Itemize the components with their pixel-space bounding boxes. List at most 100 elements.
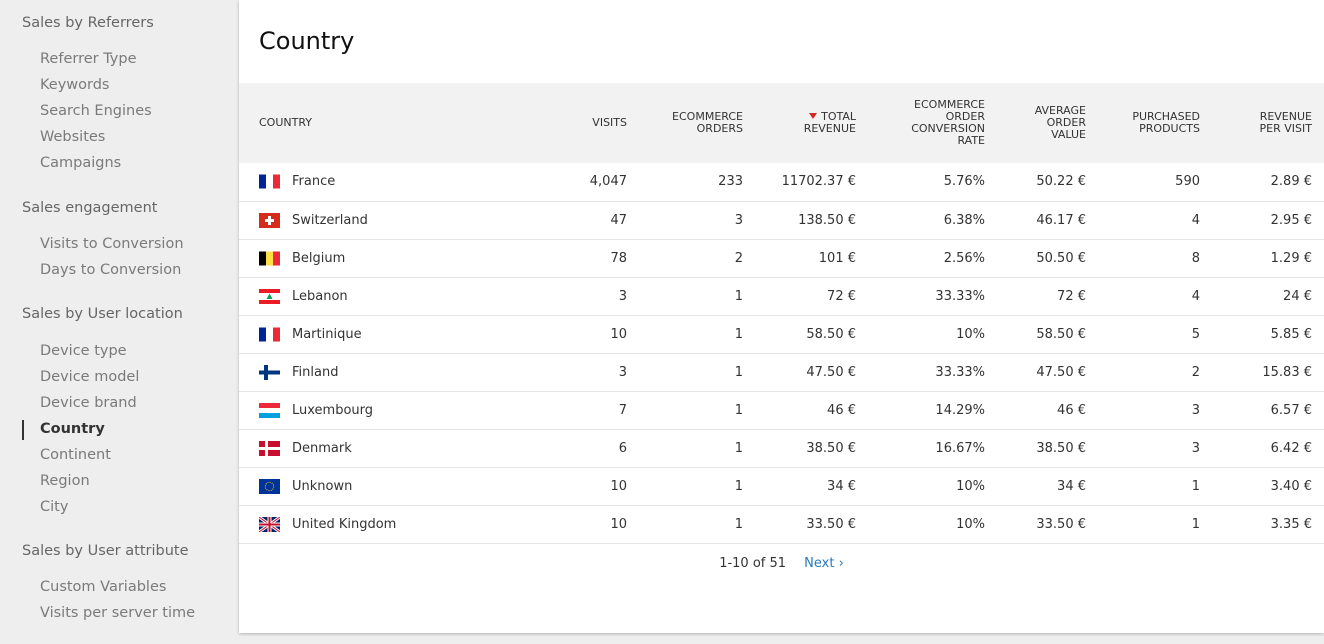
table-row[interactable]: Denmark 6 1 38.50 € 16.67% 38.50 € 3 6.42 €	[239, 429, 1324, 467]
cell-aov: 46 €	[1057, 402, 1086, 418]
sidebar-item-visits-to-conversion[interactable]: Visits to Conversion	[40, 236, 184, 252]
cell-rpv: 6.57 €	[1270, 402, 1312, 418]
country-label[interactable]: Switzerland	[292, 213, 368, 228]
sort-desc-icon	[809, 113, 818, 119]
table-row[interactable]: Luxembourg 7 1 46 € 14.29% 46 € 3 6.57 €	[239, 391, 1324, 429]
sidebar-item-visits-per-server-time[interactable]: Visits per server time	[40, 605, 195, 621]
column-header-purchased-products[interactable]: PURCHASED PRODUCTS	[1098, 83, 1212, 163]
cell-products: 1	[1191, 478, 1200, 494]
cell-conversion: 6.38%	[943, 212, 985, 228]
column-header-revenue-per-visit[interactable]: REVENUE PER VISIT	[1212, 83, 1324, 163]
cell-orders: 1	[734, 326, 743, 342]
column-header-visits[interactable]: VISITS	[549, 83, 639, 163]
cell-visits: 6	[618, 440, 627, 456]
cell-products: 4	[1191, 288, 1200, 304]
cell-orders: 2	[734, 250, 743, 266]
cell-visits: 4,047	[589, 174, 627, 190]
active-indicator	[22, 420, 24, 440]
cell-country: Finland	[239, 353, 549, 391]
next-page-link[interactable]: Next ›	[804, 556, 844, 571]
sidebar-item-custom-variables[interactable]: Custom Variables	[40, 579, 166, 595]
ch-flag-icon	[259, 212, 280, 228]
cell-conversion: 33.33%	[935, 364, 985, 380]
country-label[interactable]: Luxembourg	[292, 403, 373, 418]
cell-aov: 38.50 €	[1036, 440, 1086, 456]
sidebar-item-country[interactable]: Country	[40, 421, 105, 437]
cell-visits: 3	[618, 288, 627, 304]
sidebar-item-device-type[interactable]: Device type	[40, 343, 127, 359]
report-card: Country COUNTRY VISITS ECOMMERCE ORDERS T…	[239, 0, 1324, 633]
cell-conversion: 10%	[956, 326, 985, 342]
cell-rpv: 3.40 €	[1270, 478, 1312, 494]
cell-rpv: 5.85 €	[1270, 326, 1312, 342]
cell-country: Martinique	[239, 315, 549, 353]
cell-visits: 3	[618, 364, 627, 380]
sidebar-item-campaigns[interactable]: Campaigns	[40, 155, 121, 171]
sidebar-item-websites[interactable]: Websites	[40, 129, 105, 145]
gb-flag-icon	[259, 516, 280, 532]
sidebar-item-city[interactable]: City	[40, 499, 68, 515]
report-table: COUNTRY VISITS ECOMMERCE ORDERS TOTAL REVE…	[239, 83, 1324, 544]
country-label[interactable]: France	[292, 174, 335, 189]
sidebar-item-keywords[interactable]: Keywords	[40, 77, 109, 93]
cell-revenue: 34 €	[827, 478, 856, 494]
cell-orders: 1	[734, 288, 743, 304]
table-row[interactable]: Belgium 78 2 101 € 2.56% 50.50 € 8 1.29 €	[239, 239, 1324, 277]
pagination-range: 1-10 of 51	[719, 556, 787, 571]
country-label[interactable]: Unknown	[292, 479, 352, 494]
cell-rpv: 15.83 €	[1262, 364, 1312, 380]
cell-orders: 1	[734, 516, 743, 532]
table-row[interactable]: Lebanon 3 1 72 € 33.33% 72 € 4 24 €	[239, 277, 1324, 315]
sidebar-item-device-model[interactable]: Device model	[40, 369, 139, 385]
country-label[interactable]: United Kingdom	[292, 517, 396, 532]
be-flag-icon	[259, 251, 280, 266]
table-row[interactable]: France 4,047 233 11702.37 € 5.76% 50.22 € 590 2…	[239, 163, 1324, 201]
sidebar-item-region[interactable]: Region	[40, 473, 90, 489]
cell-visits: 78	[610, 250, 627, 266]
cell-aov: 33.50 €	[1036, 516, 1086, 532]
sidebar-item-continent[interactable]: Continent	[40, 447, 111, 463]
sidebar-item-search-engines[interactable]: Search Engines	[40, 103, 152, 119]
cell-country: Denmark	[239, 429, 549, 467]
sidebar-group-title: Sales by User location	[22, 306, 183, 322]
cell-orders: 1	[734, 440, 743, 456]
cell-rpv: 2.95 €	[1270, 212, 1312, 228]
table-row[interactable]: Unknown 10 1 34 € 10% 34 € 1 3.40 €	[239, 467, 1324, 505]
cell-orders: 1	[734, 478, 743, 494]
column-header-ecommerce-orders[interactable]: ECOMMERCE ORDERS	[639, 83, 755, 163]
cell-revenue: 101 €	[818, 250, 856, 266]
column-header-country[interactable]: COUNTRY	[239, 83, 549, 163]
cell-country: United Kingdom	[239, 505, 549, 543]
cell-products: 8	[1191, 250, 1200, 266]
country-label[interactable]: Finland	[292, 365, 338, 380]
table-row[interactable]: Switzerland 47 3 138.50 € 6.38% 46.17 € 4 2.95 …	[239, 201, 1324, 239]
cell-conversion: 2.56%	[943, 250, 985, 266]
column-header-label: VALUE	[1051, 128, 1086, 141]
column-header-average-order-value[interactable]: AVERAGE ORDER VALUE	[997, 83, 1098, 163]
cell-visits: 10	[610, 478, 627, 494]
table-row[interactable]: Martinique 10 1 58.50 € 10% 58.50 € 5 5.85 €	[239, 315, 1324, 353]
country-label[interactable]: Martinique	[292, 327, 362, 342]
table-row[interactable]: United Kingdom 10 1 33.50 € 10% 33.50 € 1 3.35 …	[239, 505, 1324, 543]
country-label[interactable]: Denmark	[292, 441, 352, 456]
sidebar: Sales by Referrers Referrer Type Keyword…	[0, 0, 238, 644]
country-label[interactable]: Belgium	[292, 251, 345, 266]
dk-flag-icon	[259, 440, 280, 456]
cell-revenue: 38.50 €	[806, 440, 856, 456]
sidebar-item-device-brand[interactable]: Device brand	[40, 395, 137, 411]
cell-products: 3	[1191, 402, 1200, 418]
cell-conversion: 5.76%	[943, 174, 985, 190]
table-row[interactable]: Finland 3 1 47.50 € 33.33% 47.50 € 2 15.83 €	[239, 353, 1324, 391]
cell-country: Luxembourg	[239, 391, 549, 429]
sidebar-item-referrer-type[interactable]: Referrer Type	[40, 51, 137, 67]
cell-conversion: 10%	[956, 516, 985, 532]
sidebar-item-days-to-conversion[interactable]: Days to Conversion	[40, 262, 181, 278]
cell-orders: 233	[718, 174, 743, 190]
country-label[interactable]: Lebanon	[292, 289, 348, 304]
column-header-conversion-rate[interactable]: ECOMMERCE ORDER CONVERSION RATE	[868, 83, 997, 163]
column-header-label: RATE	[957, 134, 985, 147]
cell-revenue: 33.50 €	[806, 516, 856, 532]
column-header-total-revenue[interactable]: TOTAL REVENUE	[755, 83, 868, 163]
cell-orders: 1	[734, 402, 743, 418]
cell-aov: 47.50 €	[1036, 364, 1086, 380]
